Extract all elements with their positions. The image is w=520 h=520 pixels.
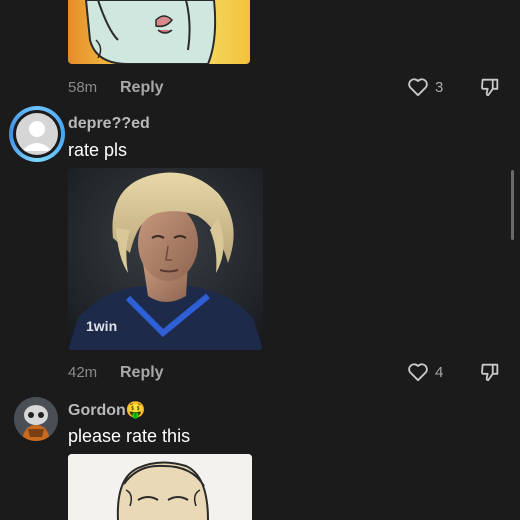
dislike-icon[interactable] <box>479 76 501 98</box>
comment-image-bottom[interactable] <box>68 454 252 520</box>
scrollbar[interactable] <box>511 170 514 240</box>
reply-button[interactable]: Reply <box>120 79 164 97</box>
like-button[interactable]: 3 <box>407 77 443 97</box>
comment-timestamp: 42m <box>68 364 98 381</box>
reply-button[interactable]: Reply <box>120 364 164 382</box>
comment-username[interactable]: depre??ed <box>68 115 150 133</box>
comment-image-top[interactable] <box>68 0 250 64</box>
heart-icon <box>408 363 428 382</box>
default-user-icon <box>16 113 58 155</box>
comment-username[interactable]: Gordon🤑 <box>68 400 146 420</box>
like-count: 4 <box>435 363 444 381</box>
like-count: 3 <box>435 78 444 96</box>
comment-image-portrait[interactable]: 1win <box>68 168 263 350</box>
avatar[interactable] <box>14 397 58 441</box>
image-watermark: 1win <box>86 318 117 334</box>
comment-text: please rate this <box>68 426 191 446</box>
comments-screen: 58m Reply 3 depre??ed rate pls 1win 42m … <box>0 0 520 520</box>
heart-icon <box>408 78 428 97</box>
avatar[interactable] <box>9 106 65 162</box>
comment-timestamp: 58m <box>68 79 98 96</box>
like-button[interactable]: 4 <box>407 362 443 382</box>
comment-text: rate pls <box>68 140 128 160</box>
dislike-icon[interactable] <box>479 361 501 383</box>
